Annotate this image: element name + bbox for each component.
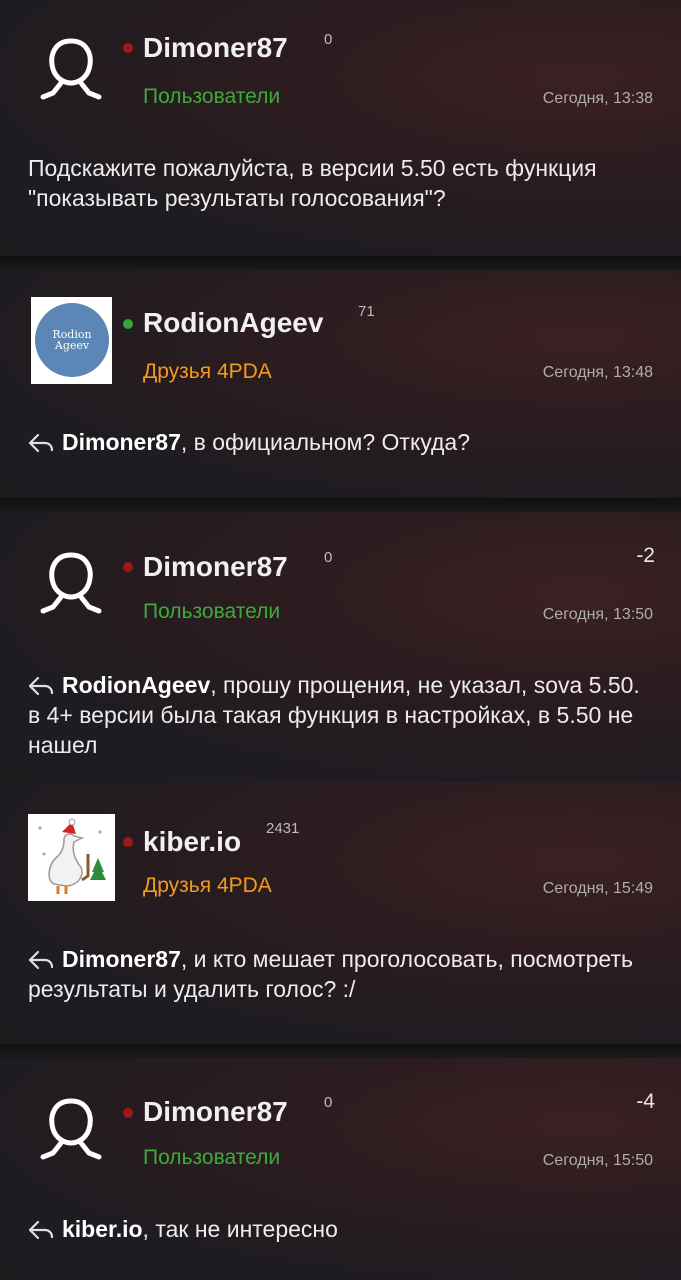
post-time: Сегодня, 15:49 — [542, 880, 653, 897]
status-offline-icon — [123, 562, 133, 572]
user-group: Пользователи — [143, 600, 281, 623]
status-offline-icon — [123, 1108, 133, 1118]
reputation-count: 0 — [324, 31, 333, 48]
user-avatar[interactable]: Rodion Ageev — [31, 297, 112, 384]
user-group: Пользователи — [143, 1146, 281, 1169]
user-avatar[interactable] — [28, 814, 115, 901]
goose-icon — [28, 814, 115, 901]
post-feed: Dimoner87 0 Пользователи Сегодня, 13:38 … — [0, 0, 681, 1280]
status-offline-icon — [123, 43, 133, 53]
post-time: Сегодня, 15:50 — [542, 1152, 653, 1169]
reply-arrow-icon[interactable] — [28, 676, 54, 696]
post: Dimoner87 0 Пользователи Сегодня, 13:38 … — [0, 0, 681, 256]
default-avatar-icon[interactable] — [28, 542, 114, 628]
post-rating: -2 — [636, 544, 655, 567]
reputation-count: 0 — [324, 549, 333, 566]
reply-arrow-icon[interactable] — [28, 1220, 54, 1240]
post-divider — [0, 1044, 681, 1058]
reputation-count: 0 — [324, 1094, 333, 1111]
post: kiber.io 2431 Друзья 4PDA Сегодня, 15:49… — [0, 782, 681, 1044]
post-text: Подскажите пожалуйста, в версии 5.50 ест… — [28, 155, 597, 211]
status-online-icon — [123, 319, 133, 329]
reply-username[interactable]: kiber.io — [62, 1216, 143, 1242]
post-time: Сегодня, 13:38 — [542, 90, 653, 107]
reputation-count: 2431 — [266, 820, 300, 837]
user-group: Друзья 4PDA — [143, 360, 272, 383]
avatar-text: Ageev — [54, 339, 90, 352]
user-group: Друзья 4PDA — [143, 874, 272, 897]
default-avatar-icon[interactable] — [28, 28, 114, 114]
post-text: Dimoner87, и кто мешает проголосовать, п… — [28, 944, 653, 1004]
post-username[interactable]: Dimoner87 — [143, 1096, 288, 1128]
user-group: Пользователи — [143, 85, 281, 108]
post-rating: -4 — [636, 1090, 655, 1113]
post-divider — [0, 498, 681, 512]
reputation-count: 71 — [358, 303, 375, 320]
post: Rodion Ageev RodionAgeev 71 Друзья 4PDA … — [0, 270, 681, 498]
reply-text: , так не интересно — [142, 1216, 338, 1242]
reply-arrow-icon[interactable] — [28, 433, 54, 453]
reply-text: , в официальном? Откуда? — [180, 429, 471, 455]
reply-username[interactable]: Dimoner87 — [62, 429, 181, 455]
post-text: kiber.io, так не интересно — [28, 1214, 653, 1244]
post: Dimoner87 0 -2 Пользователи Сегодня, 13:… — [0, 512, 681, 782]
reply-username[interactable]: Dimoner87 — [62, 946, 181, 972]
post: Dimoner87 0 -4 Пользователи Сегодня, 15:… — [0, 1058, 681, 1280]
post-text: Dimoner87, в официальном? Откуда? — [28, 427, 653, 457]
post-username[interactable]: RodionAgeev — [143, 307, 323, 339]
status-offline-icon — [123, 837, 133, 847]
post-text: RodionAgeev, прошу прощения, не указал, … — [28, 670, 653, 760]
default-avatar-icon[interactable] — [28, 1088, 114, 1174]
reply-arrow-icon[interactable] — [28, 950, 54, 970]
post-divider — [0, 256, 681, 270]
post-time: Сегодня, 13:50 — [542, 606, 653, 623]
post-username[interactable]: Dimoner87 — [143, 551, 288, 583]
reply-username[interactable]: RodionAgeev — [62, 672, 210, 698]
post-username[interactable]: kiber.io — [143, 826, 241, 858]
post-username[interactable]: Dimoner87 — [143, 32, 288, 64]
post-time: Сегодня, 13:48 — [542, 364, 653, 381]
